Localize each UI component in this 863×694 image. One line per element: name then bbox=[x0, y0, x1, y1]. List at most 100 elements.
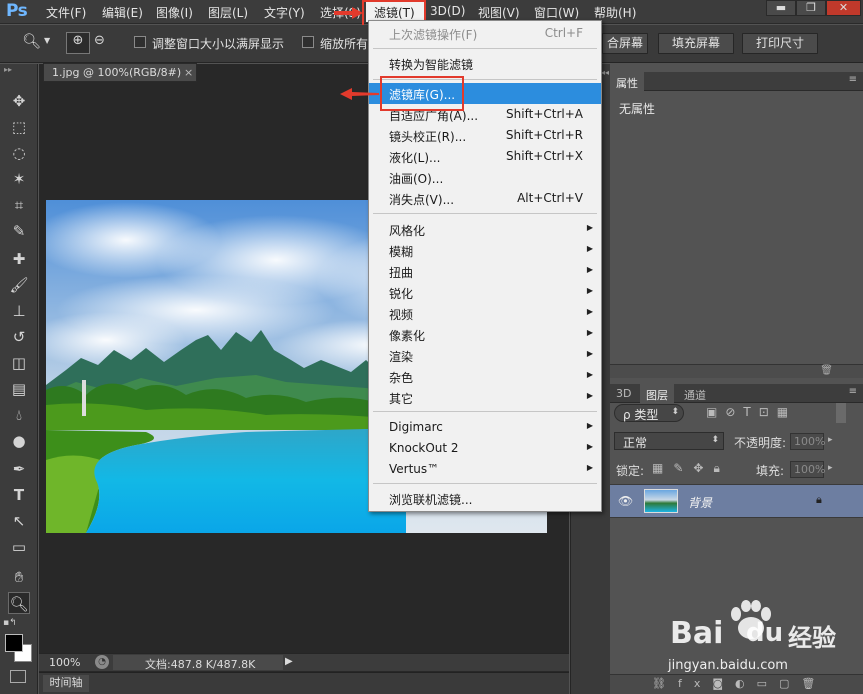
menu-type[interactable]: 文字(Y) bbox=[264, 4, 305, 21]
menu-item-other[interactable]: 其它 ▶ bbox=[369, 387, 601, 408]
default-colors-icon[interactable]: ▪↰ bbox=[3, 618, 17, 628]
fill-field[interactable]: 100% bbox=[790, 461, 825, 478]
submenu-arrow-icon: ▶ bbox=[586, 463, 593, 472]
layer-filter-icons[interactable]: ▣⊘T⊡▦ bbox=[706, 405, 796, 419]
tab-properties[interactable]: 属性 bbox=[610, 72, 644, 91]
tab-channels[interactable]: 通道 bbox=[678, 384, 712, 403]
menu-image[interactable]: 图像(I) bbox=[156, 4, 193, 21]
quick-mask-icon[interactable] bbox=[10, 670, 26, 683]
dodge-tool-icon[interactable]: ● bbox=[8, 430, 30, 452]
zoom-tool-active-icon[interactable]: 🔍︎ bbox=[8, 592, 30, 614]
menu-item-pixelate[interactable]: 像素化 ▶ bbox=[369, 324, 601, 345]
fill-label: 填充: bbox=[756, 464, 785, 478]
hand-tool-icon[interactable]: ✋︎ bbox=[8, 566, 30, 588]
status-menu-arrow-icon[interactable]: ▶ bbox=[285, 656, 293, 667]
type-tool-icon[interactable]: T bbox=[8, 484, 30, 506]
opacity-arrow-icon[interactable]: ▸ bbox=[828, 435, 833, 445]
menu-item-knockout[interactable]: KnockOut 2 ▶ bbox=[369, 438, 601, 459]
submenu-arrow-icon: ▶ bbox=[586, 223, 593, 232]
zoom-tool-icon[interactable]: 🔍︎ bbox=[22, 32, 41, 50]
resize-windows-checkbox[interactable] bbox=[134, 36, 146, 48]
layers-panel-menu-icon[interactable]: ≡ bbox=[849, 386, 857, 397]
zoom-in-icon[interactable]: ⊕ bbox=[66, 32, 90, 54]
crop-tool-icon[interactable]: ⌗ bbox=[8, 194, 30, 216]
document-tab[interactable]: 1.jpg @ 100%(RGB/8#) bbox=[43, 63, 197, 82]
menu-item-browse-online-filters[interactable]: 浏览联机滤镜... bbox=[369, 488, 601, 509]
menu-file[interactable]: 文件(F) bbox=[46, 4, 86, 21]
collapse-icon[interactable]: ▸▸ bbox=[4, 65, 12, 74]
minimize-button[interactable]: ▬ bbox=[766, 0, 796, 16]
menu-item-digimarc[interactable]: Digimarc ▶ bbox=[369, 417, 601, 438]
zoom-all-checkbox[interactable] bbox=[302, 36, 314, 48]
pen-tool-icon[interactable]: ✒︎ bbox=[8, 458, 30, 480]
path-selection-tool-icon[interactable]: ↖ bbox=[8, 510, 30, 532]
brush-tool-icon[interactable]: 🖌︎ bbox=[8, 274, 30, 296]
history-brush-tool-icon[interactable]: ↺ bbox=[8, 326, 30, 348]
menu-item-convert-smart-filter[interactable]: 转换为智能滤镜 bbox=[369, 53, 601, 74]
menu-item-blur[interactable]: 模糊 ▶ bbox=[369, 240, 601, 261]
menu-layer[interactable]: 图层(L) bbox=[208, 4, 248, 21]
panel-menu-icon[interactable]: ≡ bbox=[849, 74, 857, 85]
dock-collapse-icon[interactable]: ◂◂ bbox=[601, 68, 609, 77]
marquee-tool-icon[interactable]: ⬚ bbox=[8, 116, 30, 138]
tool-preset-chevron-down-icon[interactable]: ▼ bbox=[44, 36, 50, 45]
filter-toggle-icon[interactable] bbox=[836, 403, 846, 423]
lasso-tool-icon[interactable]: ◌ bbox=[8, 142, 30, 164]
restore-button[interactable]: ❐ bbox=[796, 0, 826, 16]
menu-view[interactable]: 视图(V) bbox=[478, 4, 520, 21]
menu-item-video[interactable]: 视频 ▶ bbox=[369, 303, 601, 324]
menu-item-stylize[interactable]: 风格化 ▶ bbox=[369, 219, 601, 240]
menu-item-render[interactable]: 渲染 ▶ bbox=[369, 345, 601, 366]
tab-3d[interactable]: 3D bbox=[610, 384, 637, 403]
fit-screen-button[interactable]: 合屏幕 bbox=[602, 33, 648, 54]
menu-item-vanishing-point[interactable]: 消失点(V)... Alt+Ctrl+V bbox=[369, 188, 601, 209]
menu-item-liquify[interactable]: 液化(L)... Shift+Ctrl+X bbox=[369, 146, 601, 167]
annotation-arrow-menu-icon bbox=[334, 7, 363, 19]
layer-lock-icon: 🔒︎ bbox=[816, 493, 822, 506]
layer-name[interactable]: 背景 bbox=[688, 494, 712, 511]
menu-help[interactable]: 帮助(H) bbox=[594, 4, 636, 21]
document-tab-close-icon[interactable]: × bbox=[184, 66, 193, 79]
trash-icon[interactable]: 🗑︎ bbox=[820, 365, 833, 376]
menu-item-adaptive-wide-angle[interactable]: 自适应广角(A)... Shift+Ctrl+A bbox=[369, 104, 601, 125]
magic-wand-tool-icon[interactable]: ✶ bbox=[8, 168, 30, 190]
print-size-button[interactable]: 打印尺寸 bbox=[742, 33, 818, 54]
zoom-all-label: 缩放所有 bbox=[320, 37, 368, 51]
zoom-out-icon[interactable]: ⊖ bbox=[94, 33, 105, 48]
blend-mode-dropdown[interactable]: 正常 ⬍ bbox=[614, 432, 724, 450]
menu-item-vertus[interactable]: Vertus™ ▶ bbox=[369, 459, 601, 480]
zoom-level[interactable]: 100% bbox=[49, 656, 80, 669]
tab-layers[interactable]: 图层 bbox=[640, 384, 674, 403]
opacity-field[interactable]: 100% bbox=[790, 433, 825, 450]
healing-brush-tool-icon[interactable]: ✚ bbox=[8, 248, 30, 270]
fill-arrow-icon[interactable]: ▸ bbox=[828, 463, 833, 473]
gradient-tool-icon[interactable]: ▤ bbox=[8, 378, 30, 400]
menu-3d[interactable]: 3D(D) bbox=[430, 4, 465, 18]
menu-item-filter-gallery[interactable]: 滤镜库(G)... bbox=[369, 83, 601, 104]
move-tool-icon[interactable]: ✥ bbox=[8, 90, 30, 112]
menu-filter[interactable]: 滤镜(T) bbox=[366, 2, 425, 22]
submenu-arrow-icon: ▶ bbox=[586, 391, 593, 400]
menu-item-last-filter[interactable]: 上次滤镜操作(F) Ctrl+F bbox=[369, 23, 601, 44]
foreground-color-swatch-top[interactable] bbox=[5, 634, 23, 652]
eraser-tool-icon[interactable]: ◫ bbox=[8, 352, 30, 374]
lock-icons[interactable]: ▦✎✥🔒︎ bbox=[652, 461, 730, 476]
eye-icon[interactable]: 👁︎ bbox=[618, 494, 633, 508]
eyedropper-tool-icon[interactable]: ✎ bbox=[8, 220, 30, 242]
menu-item-oil-paint[interactable]: 油画(O)... bbox=[369, 167, 601, 188]
menu-item-distort[interactable]: 扭曲 ▶ bbox=[369, 261, 601, 282]
status-info-icon[interactable]: ◔ bbox=[95, 655, 109, 669]
timeline-tab[interactable]: 时间轴 bbox=[43, 675, 89, 692]
blur-tool-icon[interactable]: 💧︎ bbox=[8, 404, 30, 426]
shape-tool-icon[interactable]: ▭ bbox=[8, 536, 30, 558]
menu-edit[interactable]: 编辑(E) bbox=[102, 4, 143, 21]
layer-row-background[interactable]: 👁︎ 背景 🔒︎ bbox=[610, 484, 863, 518]
close-button[interactable]: ✕ bbox=[826, 0, 861, 16]
menu-item-lens-correction[interactable]: 镜头校正(R)... Shift+Ctrl+R bbox=[369, 125, 601, 146]
menu-item-sharpen[interactable]: 锐化 ▶ bbox=[369, 282, 601, 303]
layer-filter-dropdown[interactable]: ρ 类型 ⬍ bbox=[614, 404, 684, 422]
fill-screen-button[interactable]: 填充屏幕 bbox=[658, 33, 734, 54]
clone-stamp-tool-icon[interactable]: ⊥ bbox=[8, 300, 30, 322]
menu-item-noise[interactable]: 杂色 ▶ bbox=[369, 366, 601, 387]
menu-window[interactable]: 窗口(W) bbox=[534, 4, 579, 21]
